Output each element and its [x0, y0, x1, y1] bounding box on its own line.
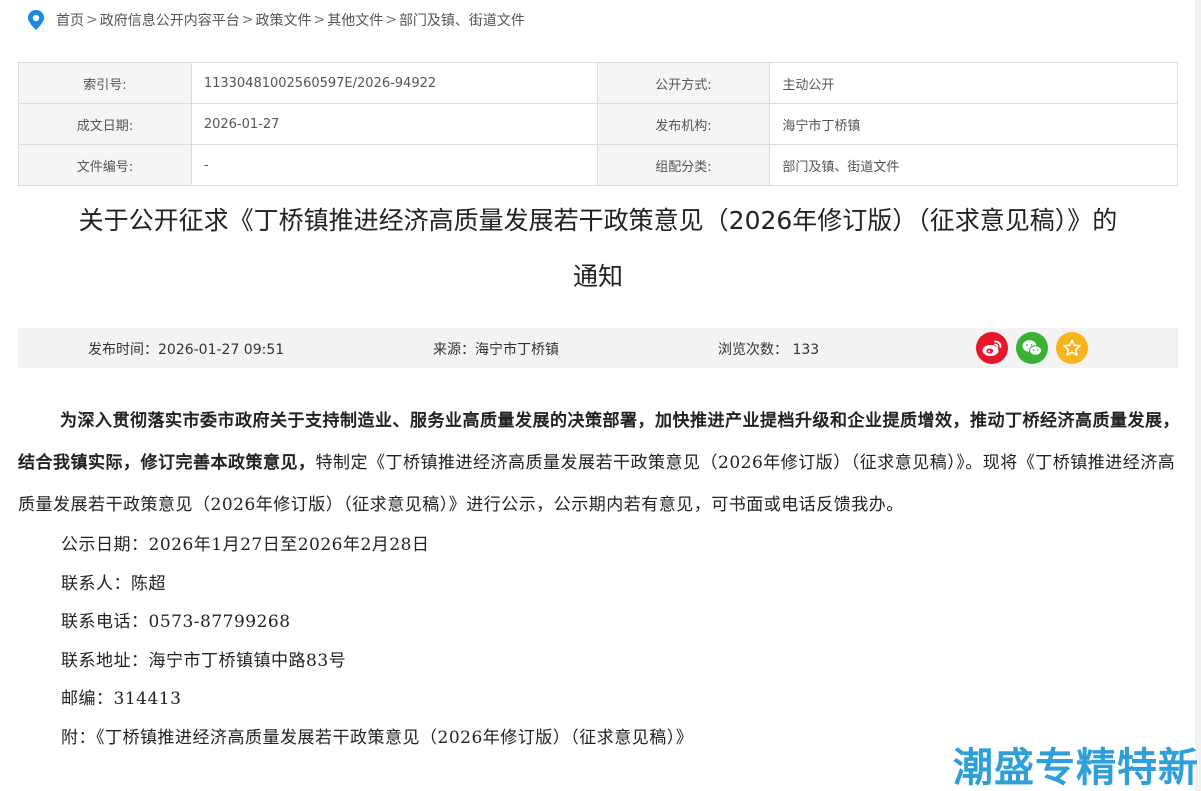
- favorite-button[interactable]: [1056, 332, 1088, 364]
- meta-row: 成文日期: 2026-01-27 发布机构: 海宁市丁桥镇: [18, 103, 1178, 145]
- contact-person: 联系人：陈超: [61, 573, 166, 594]
- contact-phone: 联系电话：0573-87799268: [61, 612, 291, 632]
- star-icon: [1063, 339, 1081, 357]
- breadcrumb: 首页 > 政府信息公开内容平台 > 政策文件 > 其他文件 > 部门及镇、街道文…: [26, 8, 525, 32]
- breadcrumb-separator: >: [86, 12, 98, 28]
- postal-code: 邮编：314413: [61, 689, 182, 709]
- written-date-value: 2026-01-27: [190, 103, 598, 145]
- breadcrumb-other-docs-link[interactable]: 其他文件: [327, 10, 383, 30]
- breadcrumb-separator: >: [385, 12, 397, 28]
- page-title-line-1: 关于公开征求《丁桥镇推进经济高质量发展若干政策意见（2026年修订版）（征求意见…: [78, 206, 1118, 235]
- category-value: 部门及镇、街道文件: [769, 144, 1178, 186]
- article-body: 为深入贯彻落实市委市政府关于支持制造业、服务业高质量发展的决策部署，加快推进产业…: [18, 400, 1183, 757]
- page-title: 关于公开征求《丁桥镇推进经济高质量发展若干政策意见（2026年修订版）（征求意见…: [18, 193, 1178, 305]
- publish-time: 发布时间：2026-01-27 09:51: [88, 342, 285, 358]
- index-number-value: 11330481002560597E/2026-94922: [190, 62, 598, 104]
- breadcrumb-home-link[interactable]: 首页: [56, 10, 84, 30]
- weibo-icon: [982, 340, 1002, 356]
- breadcrumb-dept-docs-link[interactable]: 部门及镇、街道文件: [399, 10, 525, 30]
- wechat-icon: [1022, 340, 1042, 356]
- article-info-bar: 发布时间：2026-01-27 09:51 来源：海宁市丁桥镇 浏览次数： 13…: [18, 328, 1178, 368]
- publisher-label: 发布机构:: [596, 103, 771, 145]
- publicity-period: 公示日期：2026年1月27日至2026年2月28日: [61, 535, 430, 555]
- page-title-line-2: 通知: [572, 262, 623, 291]
- document-number-value: -: [190, 144, 598, 186]
- source: 来源：海宁市丁桥镇: [433, 342, 559, 358]
- meta-row: 索引号: 11330481002560597E/2026-94922 公开方式:…: [18, 62, 1178, 104]
- disclosure-method-value: 主动公开: [769, 62, 1178, 104]
- document-number-label: 文件编号:: [18, 144, 192, 186]
- category-label: 组配分类:: [596, 144, 771, 186]
- breadcrumb-separator: >: [241, 12, 254, 28]
- contact-address: 联系地址：海宁市丁桥镇镇中路83号: [61, 650, 347, 671]
- scrollbar-track[interactable]: [1195, 0, 1201, 791]
- breadcrumb-gov-info-platform-link[interactable]: 政府信息公开内容平台: [100, 10, 240, 30]
- publisher-value: 海宁市丁桥镇: [769, 103, 1178, 145]
- index-number-label: 索引号:: [18, 62, 192, 104]
- written-date-label: 成文日期:: [18, 103, 192, 145]
- document-meta-table: 索引号: 11330481002560597E/2026-94922 公开方式:…: [18, 62, 1178, 186]
- meta-row: 文件编号: - 组配分类: 部门及镇、街道文件: [18, 144, 1178, 186]
- view-count: 浏览次数： 133: [718, 342, 820, 358]
- location-pin-icon: [26, 9, 46, 31]
- share-wechat-button[interactable]: [1016, 332, 1048, 364]
- article-paragraph: 为深入贯彻落实市委市政府关于支持制造业、服务业高质量发展的决策部署，加快推进产业…: [18, 400, 1183, 526]
- breadcrumb-policy-docs-link[interactable]: 政策文件: [255, 10, 311, 30]
- breadcrumb-separator: >: [313, 12, 326, 28]
- disclosure-method-label: 公开方式:: [596, 62, 771, 104]
- watermark: 潮盛专精特新: [953, 745, 1199, 791]
- share-weibo-button[interactable]: [976, 332, 1008, 364]
